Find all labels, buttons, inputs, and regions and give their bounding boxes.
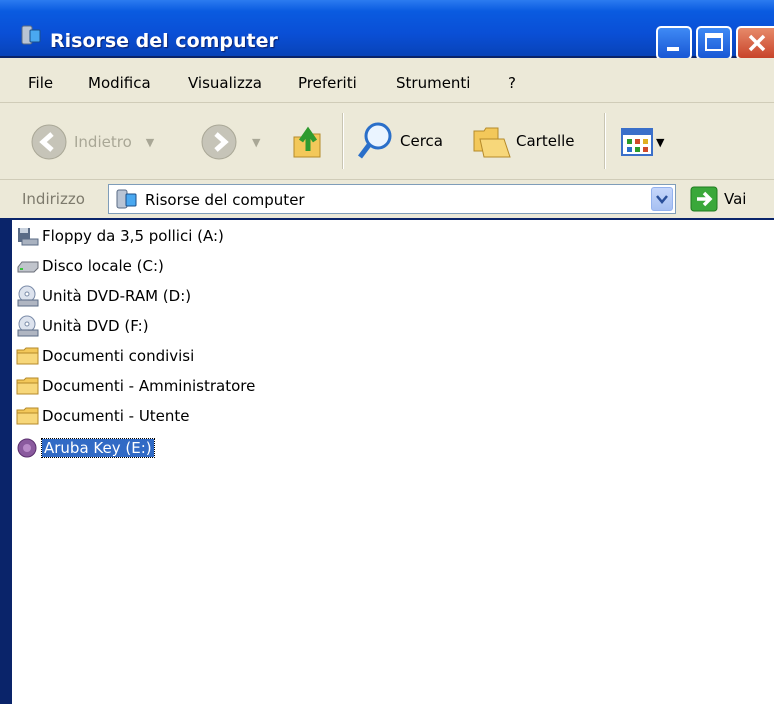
back-label: Indietro — [74, 133, 132, 151]
list-item-label: Unità DVD (F:) — [42, 317, 149, 335]
menu-modifica[interactable]: Modifica — [88, 74, 151, 92]
folder-icon — [16, 407, 39, 425]
up-folder-icon — [293, 126, 321, 158]
back-arrow-icon — [31, 124, 67, 160]
hard-disk-icon — [17, 261, 39, 273]
back-button[interactable]: Indietro ▼ — [30, 123, 154, 161]
menu-preferiti[interactable]: Preferiti — [298, 74, 357, 92]
close-icon — [748, 34, 766, 52]
views-button[interactable]: ▼ — [620, 127, 664, 157]
toolbar-separator — [604, 113, 606, 169]
list-item[interactable]: Floppy da 3,5 pollici (A:) — [16, 222, 224, 250]
list-item[interactable]: Unità DVD-RAM (D:) — [16, 282, 191, 310]
forward-dropdown-icon[interactable]: ▼ — [252, 136, 260, 149]
views-dropdown-icon[interactable]: ▼ — [656, 136, 664, 149]
list-item[interactable]: Documenti condivisi — [16, 342, 194, 370]
list-item[interactable]: Documenti - Amministratore — [16, 372, 255, 400]
list-item-label: Documenti - Amministratore — [42, 377, 256, 395]
views-icon — [621, 128, 653, 156]
folder-icon — [16, 347, 39, 365]
address-value: Risorse del computer — [145, 191, 305, 209]
close-button[interactable] — [736, 26, 774, 60]
go-arrow-icon — [690, 186, 718, 212]
list-item-label: Disco locale (C:) — [42, 257, 164, 275]
go-label: Vai — [724, 190, 747, 208]
aruba-key-icon — [17, 438, 37, 458]
menu-strumenti[interactable]: Strumenti — [396, 74, 470, 92]
minimize-icon — [667, 47, 679, 51]
toolbar-separator — [342, 113, 344, 169]
folders-button[interactable]: Cartelle — [470, 121, 575, 161]
list-item-label: Floppy da 3,5 pollici (A:) — [42, 227, 224, 245]
list-item[interactable]: Disco locale (C:) — [16, 252, 164, 280]
explorer-window: Risorse del computer File Modifica Visua… — [0, 0, 774, 704]
menu-help[interactable]: ? — [508, 74, 516, 92]
folders-label: Cartelle — [516, 132, 575, 150]
list-item-label: Aruba Key (E:) — [41, 438, 155, 458]
maximize-button[interactable] — [696, 26, 732, 60]
forward-arrow-icon — [201, 124, 237, 160]
address-label: Indirizzo — [22, 190, 85, 208]
search-icon — [358, 122, 392, 159]
list-item[interactable]: Documenti - Utente — [16, 402, 190, 430]
address-bar: Indirizzo Risorse del computer Vai — [0, 180, 774, 218]
minimize-button[interactable] — [656, 26, 692, 60]
list-item-label: Unità DVD-RAM (D:) — [42, 287, 192, 305]
address-dropdown-button[interactable] — [651, 187, 673, 211]
back-dropdown-icon[interactable]: ▼ — [146, 136, 154, 149]
menu-file[interactable]: File — [28, 74, 53, 92]
chevron-down-icon — [656, 195, 668, 204]
dvd-drive-icon — [17, 285, 39, 307]
forward-button[interactable]: ▼ — [200, 123, 260, 161]
list-item[interactable]: Aruba Key (E:) — [16, 434, 155, 462]
title-bar[interactable]: Risorse del computer — [0, 0, 774, 60]
menu-visualizza[interactable]: Visualizza — [188, 74, 262, 92]
go-button[interactable]: Vai — [690, 186, 746, 212]
my-computer-icon — [116, 189, 137, 209]
window-title: Risorse del computer — [50, 30, 278, 52]
list-item[interactable]: Unità DVD (F:) — [16, 312, 149, 340]
dvd-drive-icon — [17, 315, 39, 337]
toolbar: Indietro ▼ ▼ Cerca Cartelle ▼ — [0, 103, 774, 180]
list-item-label: Documenti - Utente — [42, 407, 190, 425]
search-button[interactable]: Cerca — [356, 121, 443, 161]
list-item-label: Documenti condivisi — [42, 347, 195, 365]
maximize-icon — [705, 33, 723, 51]
my-computer-icon — [21, 25, 41, 45]
menu-bar: File Modifica Visualizza Preferiti Strum… — [0, 58, 774, 153]
up-folder-button[interactable] — [290, 121, 326, 161]
file-list[interactable]: Floppy da 3,5 pollici (A:) Disco locale … — [12, 220, 774, 704]
folder-icon — [16, 377, 39, 395]
floppy-drive-icon — [18, 228, 39, 246]
search-label: Cerca — [400, 132, 443, 150]
address-input[interactable]: Risorse del computer — [108, 184, 676, 214]
folders-icon — [473, 127, 511, 158]
